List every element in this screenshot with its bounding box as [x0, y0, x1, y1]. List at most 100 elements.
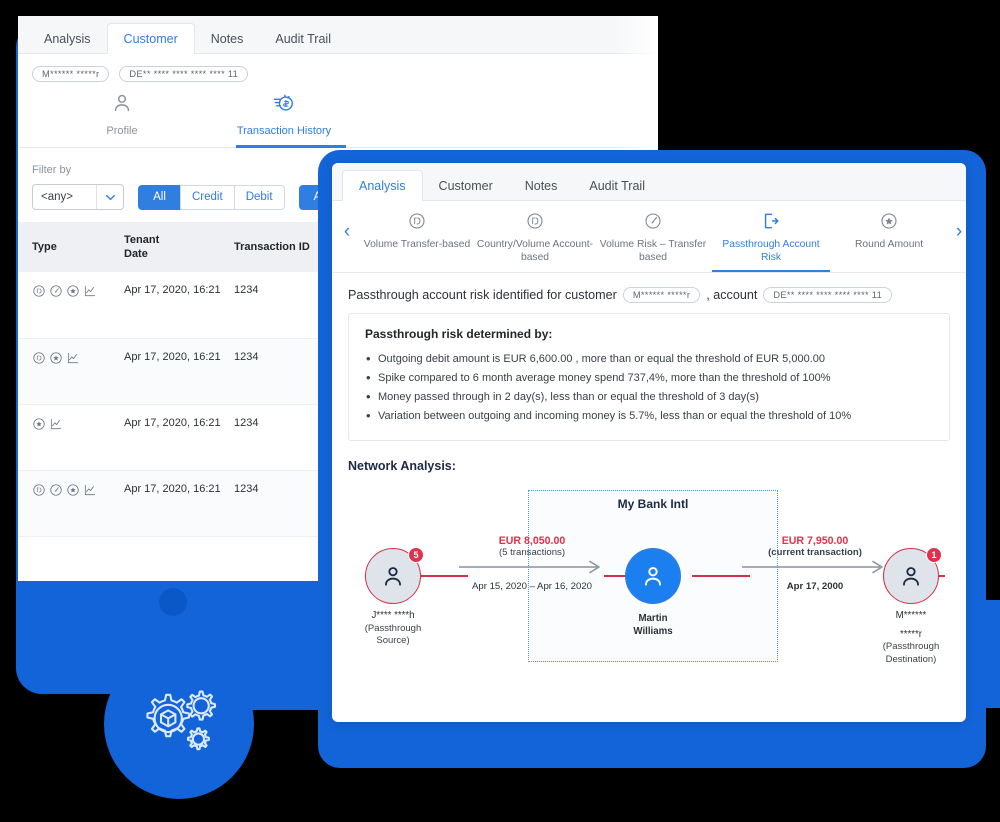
person-icon: [644, 567, 662, 586]
risk-item-country-volume-account-based[interactable]: Country/Volume Account-based: [476, 207, 594, 272]
transaction-history-icon: [273, 92, 295, 119]
front-tab-analysis[interactable]: Analysis: [342, 169, 423, 201]
back-tab-notes[interactable]: Notes: [195, 24, 260, 54]
risk-item-round-amount-label: Round Amount: [854, 239, 924, 250]
row-type-icons: [18, 404, 118, 471]
back-sub-tab-profile-label: Profile: [106, 125, 138, 137]
bank-label: My Bank Intl: [617, 497, 689, 511]
node-source-badge: 5: [408, 547, 424, 563]
risk-item-volume-transfer-based[interactable]: Volume Transfer-based: [358, 207, 476, 272]
person-icon: [385, 567, 401, 586]
back-tab-bar: Analysis Customer Notes Audit Trail: [18, 16, 658, 54]
risk-bullet: Outgoing debit amount is EUR 6,600.00 , …: [365, 349, 933, 369]
network-analysis-title: Network Analysis:: [348, 459, 456, 473]
risk-item-volume-risk-transfer-based[interactable]: Volume Risk – Transfer based: [594, 207, 712, 272]
node-passthrough-source[interactable]: 5 J**** ****h (Passthrough Source): [356, 547, 430, 648]
edge-left-amount: EUR 8,050.00: [498, 535, 566, 547]
node-center-name-line1: Martin: [638, 613, 668, 624]
node-center-customer[interactable]: Martin Williams: [616, 548, 690, 638]
edge-left-note: (5 transactions): [498, 547, 566, 558]
person-icon: [111, 92, 133, 119]
node-center-circle: [625, 548, 681, 604]
th-type: Type: [18, 222, 118, 272]
chevron-left-icon[interactable]: ‹: [336, 221, 358, 259]
back-filter-select[interactable]: <any>: [32, 184, 124, 210]
node-source-circle: 5: [365, 547, 424, 604]
coin-icon: [33, 351, 45, 364]
risk-bullet: Variation between outgoing and incoming …: [365, 406, 933, 426]
chart-icon: [84, 285, 96, 297]
headline-customer-pill: M****** *****r: [622, 287, 701, 303]
front-window: Analysis Customer Notes Audit Trail ‹ Vo…: [332, 163, 966, 722]
row-date: Apr 17, 2020, 16:21: [118, 338, 228, 405]
row-date: Apr 17, 2020, 16:21: [118, 470, 228, 537]
chevron-down-icon: [97, 191, 123, 204]
front-tab-notes[interactable]: Notes: [509, 171, 574, 201]
node-source-role-line2: Source): [376, 635, 410, 646]
node-destination-role-line1: (Passthrough: [882, 641, 940, 652]
node-passthrough-destination[interactable]: 1 M****** *****r (Passthrough Destinatio…: [874, 547, 948, 666]
star-icon: [50, 351, 62, 364]
back-tab-analysis[interactable]: Analysis: [28, 24, 107, 54]
front-tab-bar: Analysis Customer Notes Audit Trail: [332, 163, 966, 201]
risk-item-passthrough-account-risk-label: Passthrough Account Risk: [722, 239, 820, 263]
row-icon-group: [32, 483, 97, 497]
star-icon: [33, 417, 45, 430]
network-analysis-diagram: My Bank Intl EUR 8,050.00 (5 transaction…: [342, 477, 956, 692]
back-seg-debit[interactable]: Debit: [233, 184, 285, 210]
back-tab-audit-trail[interactable]: Audit Trail: [259, 24, 347, 54]
front-tab-customer[interactable]: Customer: [423, 171, 509, 201]
star-icon: [67, 285, 79, 297]
back-sub-tab-transaction-history[interactable]: Transaction History: [236, 92, 346, 148]
chevron-right-icon[interactable]: ›: [948, 221, 966, 259]
risk-item-round-amount[interactable]: Round Amount: [830, 207, 948, 272]
row-type-icons: [18, 338, 118, 405]
chart-icon: [50, 418, 62, 429]
risk-headline-middle: , account: [706, 288, 758, 302]
front-tab-audit-trail[interactable]: Audit Trail: [573, 171, 661, 201]
speedometer-icon: [50, 483, 62, 496]
tablet-home-button[interactable]: [159, 588, 187, 616]
back-seg-all[interactable]: All: [138, 184, 180, 210]
row-date: Apr 17, 2020, 16:21: [118, 404, 228, 471]
passthrough-icon: [761, 211, 781, 233]
back-tab-customer[interactable]: Customer: [106, 22, 195, 54]
row-icon-group: [32, 284, 97, 298]
risk-bullet: Money passed through in 2 day(s), less t…: [365, 387, 933, 407]
edge-right-amount: EUR 7,950.00: [781, 535, 849, 547]
back-sub-tab-profile[interactable]: Profile: [74, 92, 170, 148]
back-sub-tab-transaction-history-label: Transaction History: [236, 125, 332, 137]
back-identity-pills: M****** *****r DE** **** **** **** **** …: [18, 54, 658, 86]
arrow-right-icon: [742, 560, 883, 574]
row-icon-group: [32, 417, 63, 431]
headline-account-pill: DE** **** **** **** **** 11: [763, 287, 893, 303]
node-destination-name-line1: M******: [895, 610, 927, 621]
node-destination-badge: 1: [926, 547, 942, 563]
person-icon: [903, 567, 919, 586]
risk-item-country-volume-account-based-label: Country/Volume Account-based: [476, 239, 594, 263]
node-destination-circle: 1: [883, 547, 942, 604]
row-date: Apr 17, 2020, 16:21: [118, 272, 228, 339]
back-seg-credit[interactable]: Credit: [180, 184, 234, 210]
node-source-name: J**** ****h: [371, 610, 415, 621]
coin-icon: [407, 211, 427, 233]
node-destination-role-line2: Destination): [885, 653, 937, 665]
risk-box-title: Passthrough risk determined by:: [365, 327, 553, 341]
risk-determination-box: Passthrough risk determined by: Outgoing…: [348, 313, 950, 441]
chart-icon: [67, 352, 79, 363]
chart-icon: [84, 484, 96, 495]
speedometer-icon: [643, 211, 663, 233]
gears-cube-icon: [146, 690, 217, 751]
coin-icon: [525, 211, 545, 233]
risk-category-strip: ‹ Volume Transfer-based Country/Volume A…: [332, 201, 966, 273]
risk-item-passthrough-account-risk[interactable]: Passthrough Account Risk: [712, 207, 830, 272]
product-logo-badge: [104, 649, 254, 799]
risk-bullet: Spike compared to 6 month average money …: [365, 368, 933, 388]
risk-category-items: Volume Transfer-based Country/Volume Acc…: [358, 207, 948, 272]
risk-headline-prefix: Passthrough account risk identified for …: [348, 288, 617, 302]
edge-label-left: EUR 8,050.00 (5 transactions) Apr 15, 20…: [447, 535, 617, 592]
edge-left-date: Apr 15, 2020 – Apr 16, 2020: [471, 581, 592, 592]
back-filter-select-value: <any>: [41, 191, 73, 203]
speedometer-icon: [50, 285, 62, 297]
node-source-role-line1: (Passthrough: [364, 622, 422, 634]
